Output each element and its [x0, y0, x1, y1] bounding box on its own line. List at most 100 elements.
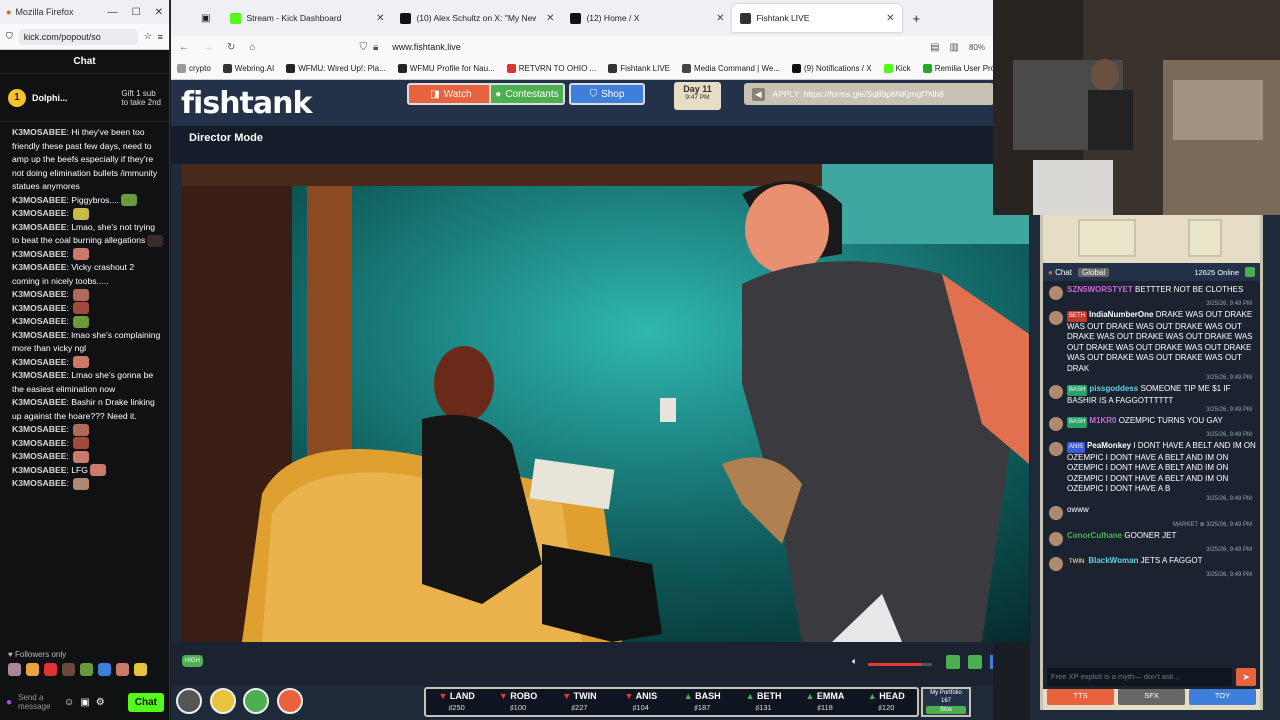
home-icon[interactable]: ⌂: [249, 42, 255, 53]
screenshot-icon[interactable]: ▤: [930, 42, 939, 53]
chat-username[interactable]: K3MOSABEE: [12, 222, 66, 232]
list-item[interactable]: K3MOSABEE:: [12, 288, 164, 302]
bookmark-item[interactable]: Kick: [883, 64, 911, 73]
emote-5[interactable]: [80, 663, 93, 676]
avatar[interactable]: [1049, 286, 1063, 300]
bookmark-item[interactable]: Media Command | We...: [682, 64, 780, 73]
forward-icon[interactable]: →: [203, 42, 213, 53]
download-icon[interactable]: ▥: [950, 42, 959, 53]
url-bar[interactable]: ⛉ kick.com/popout/so ☆ ≡: [0, 24, 169, 50]
send-message-input[interactable]: Send a message: [18, 693, 58, 711]
stox-button[interactable]: Stox: [926, 706, 966, 714]
bookmark-item[interactable]: WFMU: Wired Up!: Pla...: [286, 64, 386, 73]
tab-3[interactable]: (12) Home / X ✕: [562, 4, 732, 32]
avatar[interactable]: [1049, 505, 1063, 520]
pinned-gifter[interactable]: 1 Dolphi... Gift 1 sub to take 2nd: [0, 74, 169, 122]
chat-panel-input[interactable]: Free XP exploit is a myth— don't ask...: [1047, 668, 1232, 686]
bookmark-item[interactable]: Fishtank LIVE: [608, 64, 670, 73]
back-icon[interactable]: ←: [179, 42, 189, 53]
emote-7[interactable]: [116, 663, 129, 676]
users-icon[interactable]: [1245, 267, 1255, 277]
chat-message[interactable]: ANIS PeaMonkey I DONT HAVE A BELT AND IM …: [1049, 441, 1256, 495]
reload-icon[interactable]: ↻: [227, 42, 235, 53]
emote-6[interactable]: [98, 663, 111, 676]
maximize-button[interactable]: ☐: [132, 7, 141, 18]
chat-username[interactable]: K3MOSABEE: [12, 249, 66, 259]
list-item[interactable]: K3MOSABEE: lmao she's complaining more t…: [12, 329, 164, 356]
stock-emma[interactable]: ▲ EMMA ♯118: [794, 689, 855, 715]
chat-username[interactable]: SZN5WORSTYET: [1067, 285, 1133, 294]
global-filter[interactable]: Global: [1077, 267, 1110, 277]
chat-username[interactable]: K3MOSABEE: [12, 451, 66, 461]
chat-username[interactable]: M1KR0: [1089, 416, 1116, 425]
apply-banner[interactable]: ◀ APPLY: https://forms.gle/Sq89p6NKjmgf7N…: [744, 83, 994, 105]
tts-button[interactable]: TTS: [1047, 689, 1114, 705]
chat-send-button[interactable]: Chat: [127, 692, 164, 712]
gift-button[interactable]: [243, 688, 269, 714]
list-item[interactable]: K3MOSABEE:: [12, 450, 164, 464]
avatar[interactable]: [1049, 531, 1063, 546]
bookmark-item[interactable]: Webring.AI: [222, 64, 274, 73]
sfx-button[interactable]: SFX: [1118, 689, 1185, 705]
stock-land[interactable]: ▼ LAND ♯250: [426, 689, 487, 715]
stock-bash[interactable]: ▲ BASH ♯187: [672, 689, 733, 715]
stock-anis[interactable]: ▼ ANIS ♯104: [610, 689, 671, 715]
volume-slider[interactable]: [868, 663, 932, 666]
bookmark-star-icon[interactable]: ☆: [144, 31, 152, 42]
fullscreen-icon[interactable]: [990, 655, 993, 669]
quality-badge[interactable]: HIGH: [182, 655, 203, 667]
address-text[interactable]: www.fishtank.live: [392, 42, 461, 52]
nav-contestants-button[interactable]: ● Contestants: [489, 83, 565, 105]
chat-username[interactable]: K3MOSABEE: [12, 195, 66, 205]
cast-icon[interactable]: [968, 655, 982, 669]
toy-button[interactable]: TOY: [1189, 689, 1256, 705]
list-item[interactable]: K3MOSABEE:: [12, 248, 164, 262]
list-item[interactable]: K3MOSABEE:: [12, 437, 164, 451]
chat-username[interactable]: K3MOSABEE: [12, 478, 66, 488]
fishtank-logo[interactable]: fishtank: [181, 86, 312, 121]
list-item[interactable]: K3MOSABEE: LFG: [12, 464, 164, 478]
list-item[interactable]: K3MOSABEE:: [12, 477, 164, 491]
chat-username[interactable]: pissgoddess: [1089, 384, 1138, 393]
menu-icon[interactable]: ≡: [158, 32, 163, 42]
chat-username[interactable]: K3MOSABEE: [12, 316, 66, 326]
avatar[interactable]: [1049, 385, 1063, 399]
volume-icon[interactable]: 🔈︎: [852, 656, 857, 667]
chat-username[interactable]: K3MOSABEE: [12, 397, 66, 407]
stock-twin[interactable]: ▼ TWIN ♯227: [549, 689, 610, 715]
tab-4[interactable]: Fishtank LIVE ✕: [732, 4, 903, 32]
list-item[interactable]: K3MOSABEE: Hi they've been too friendly …: [12, 126, 164, 194]
chat-username[interactable]: BlackWoman: [1088, 556, 1138, 565]
address-bar[interactable]: ⛉ 🔒︎ www.fishtank.live: [359, 42, 460, 53]
bookmark-item[interactable]: WFMU Profile for Nau...: [397, 64, 495, 73]
nav-watch-button[interactable]: ◨ Watch: [407, 83, 495, 105]
chat-panel-messages[interactable]: SZN5WORSTYET BETTTER NOT BE CLOTHES 3/25/…: [1043, 281, 1260, 665]
zoom-level[interactable]: 80%: [969, 43, 985, 52]
list-item[interactable]: K3MOSABEE:: [12, 315, 164, 329]
chat-message[interactable]: SZN5WORSTYET BETTTER NOT BE CLOTHES: [1049, 285, 1256, 300]
chat-username[interactable]: K3MOSABEE: [12, 330, 66, 340]
chat-message[interactable]: TWIN BlackWoman JETS A FAGGOT: [1049, 556, 1256, 571]
back-arrow-icon[interactable]: ◀: [752, 87, 765, 101]
list-item[interactable]: K3MOSABEE: Lmao she's gonna be the easie…: [12, 369, 164, 396]
new-tab-icon[interactable]: +: [912, 11, 920, 26]
apply-text[interactable]: APPLY: https://forms.gle/Sq89p6NKjmgf7Nh…: [773, 89, 944, 99]
list-item[interactable]: K3MOSABEE:: [12, 207, 164, 221]
chat-username[interactable]: K3MOSABEE: [12, 289, 66, 299]
my-portfolio[interactable]: My Portfolio 167 Stox: [921, 687, 971, 717]
chat-username[interactable]: K3MOSABEE: [12, 370, 66, 380]
minimize-button[interactable]: —: [108, 7, 118, 18]
gift-icon[interactable]: ▣: [80, 697, 89, 708]
chat-username[interactable]: K3MOSABEE: [12, 357, 66, 367]
mic-icon[interactable]: ●: [6, 697, 12, 708]
tab-close-icon[interactable]: ✕: [376, 13, 384, 24]
bookmark-item[interactable]: (9) Notifications / X: [791, 64, 872, 73]
list-item[interactable]: K3MOSABEE: Vicky crashout 2 coming in ni…: [12, 261, 164, 288]
send-icon[interactable]: ➤: [1236, 668, 1256, 686]
list-item[interactable]: K3MOSABEE: Piggybros....: [12, 194, 164, 208]
tab-1[interactable]: Stream - Kick Dashboard ✕: [222, 4, 392, 32]
list-item[interactable]: K3MOSABEE:: [12, 302, 164, 316]
list-item[interactable]: K3MOSABEE:: [12, 423, 164, 437]
avatar[interactable]: [1049, 556, 1063, 571]
emote-8[interactable]: [134, 663, 147, 676]
